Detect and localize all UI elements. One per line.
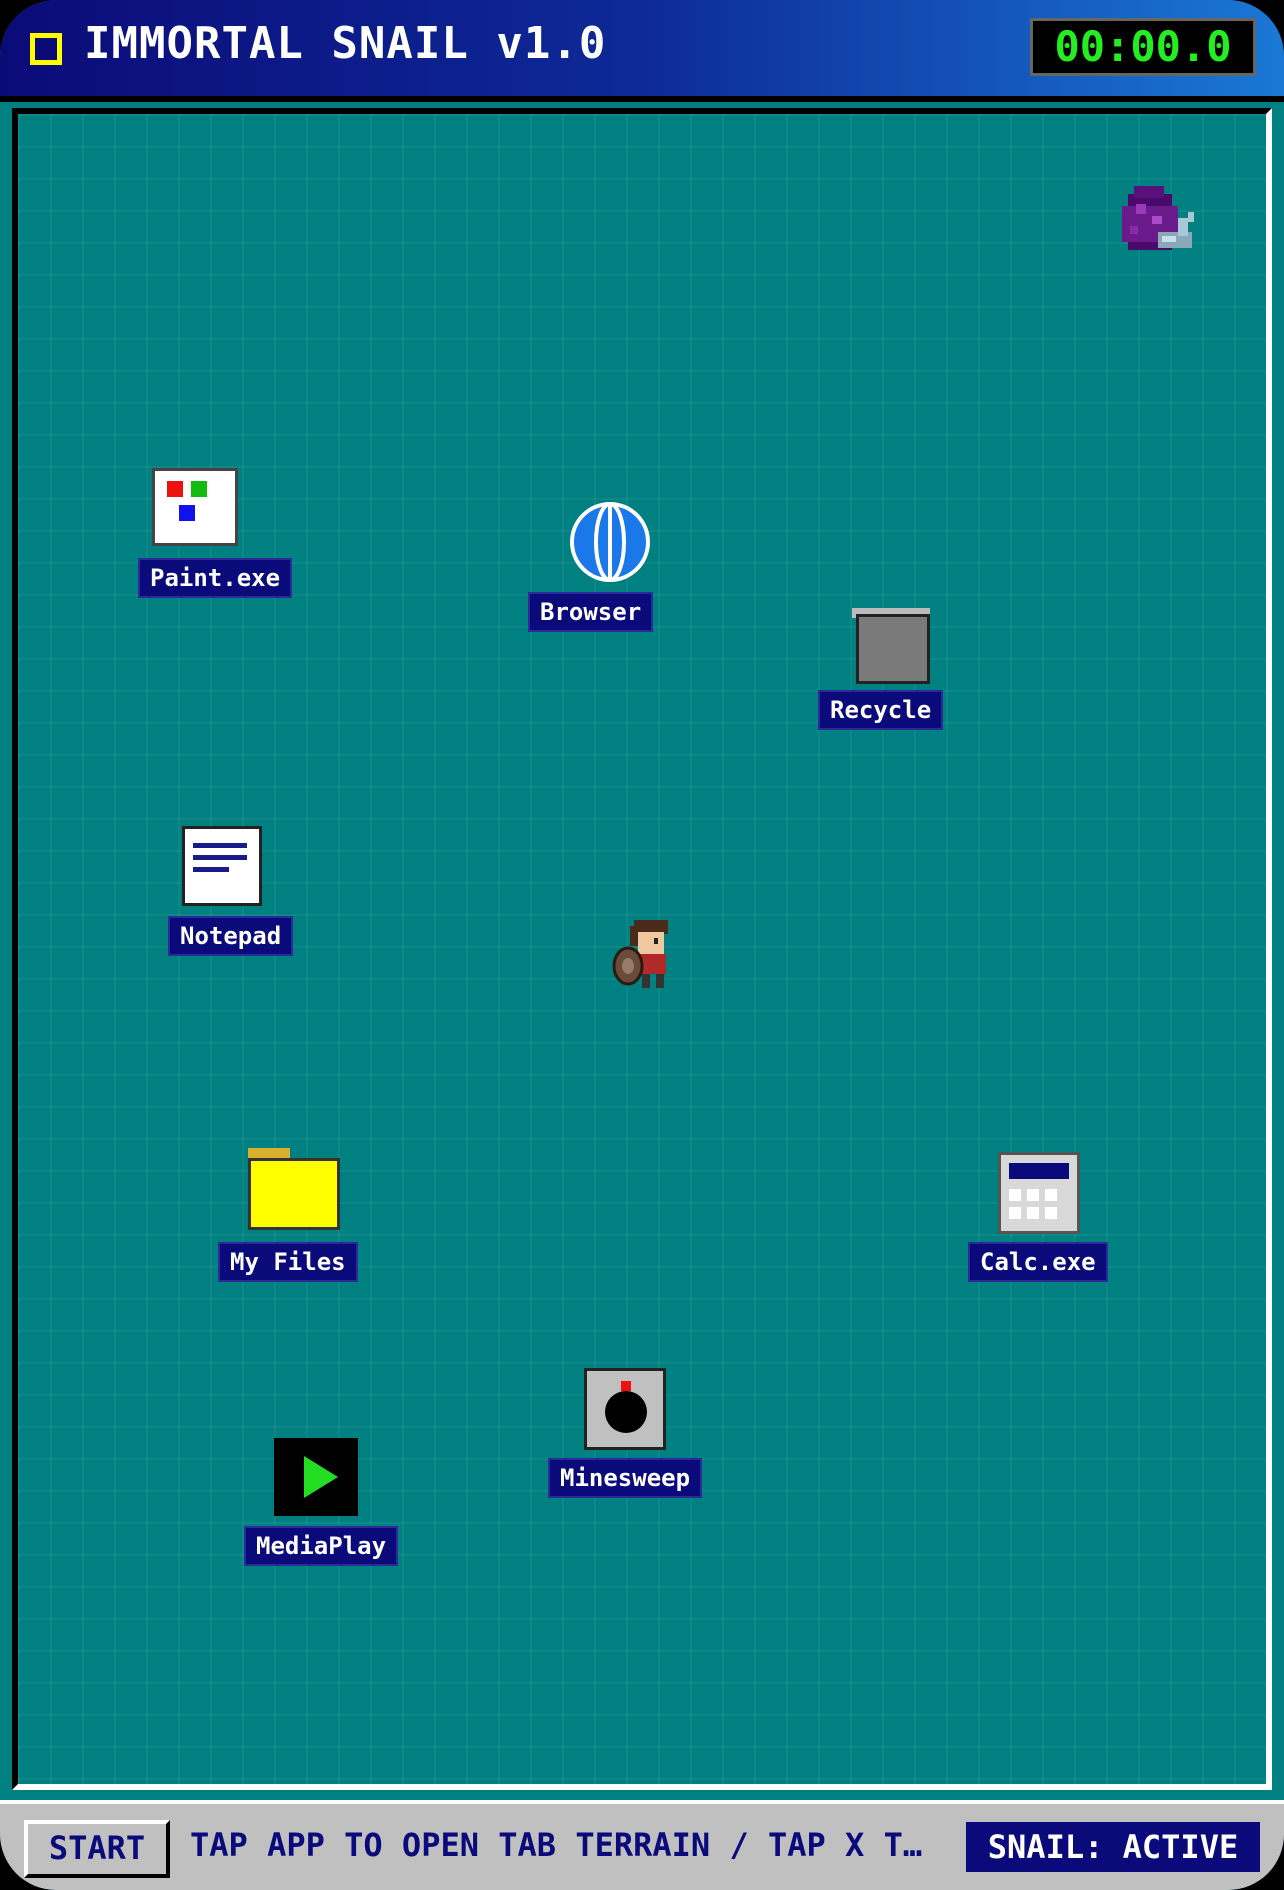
app-label: My Files [218,1242,358,1282]
app-myfiles[interactable]: My Files [218,1148,378,1288]
folder-icon [248,1148,344,1234]
game-title: IMMORTAL SNAIL v1.0 [84,18,607,69]
play-icon [274,1438,358,1516]
document-icon [182,826,262,906]
desktop-terrain[interactable]: Paint.exe Browser Recycle Notepad My Fil… [12,108,1272,1790]
app-notepad[interactable]: Notepad [168,826,328,956]
game-screen: IMMORTAL SNAIL v1.0 00:00.0 Paint.exe Br… [0,0,1284,1890]
app-label: Recycle [818,690,944,730]
paint-icon [152,468,238,546]
app-label: MediaPlay [244,1526,399,1566]
trash-icon [852,608,930,684]
app-label: Minesweep [548,1458,703,1498]
player-sprite [608,916,680,992]
taskbar: START TAP APP TO OPEN TAB TERRAIN / TAP … [0,1800,1284,1890]
globe-icon [568,500,652,588]
calculator-icon [998,1152,1080,1234]
title-bar: IMMORTAL SNAIL v1.0 00:00.0 [0,0,1284,102]
app-label: Calc.exe [968,1242,1108,1282]
app-label: Paint.exe [138,558,293,598]
app-minesweep[interactable]: Minesweep [548,1368,708,1508]
app-label: Browser [528,592,654,632]
snail-status-badge: SNAIL: ACTIVE [966,1822,1260,1872]
instruction-ticker: TAP APP TO OPEN TAB TERRAIN / TAP X T… [190,1826,923,1864]
app-mediaplay[interactable]: MediaPlay [244,1438,404,1578]
app-browser[interactable]: Browser [528,500,688,640]
timer-display: 00:00.0 [1030,18,1256,76]
app-label: Notepad [168,916,294,956]
start-button[interactable]: START [24,1820,170,1878]
window-icon [30,33,62,65]
snail-sprite [1118,180,1202,264]
app-paint[interactable]: Paint.exe [138,468,298,598]
bomb-icon [584,1368,666,1450]
app-recycle[interactable]: Recycle [818,608,978,738]
app-calc[interactable]: Calc.exe [968,1152,1128,1292]
